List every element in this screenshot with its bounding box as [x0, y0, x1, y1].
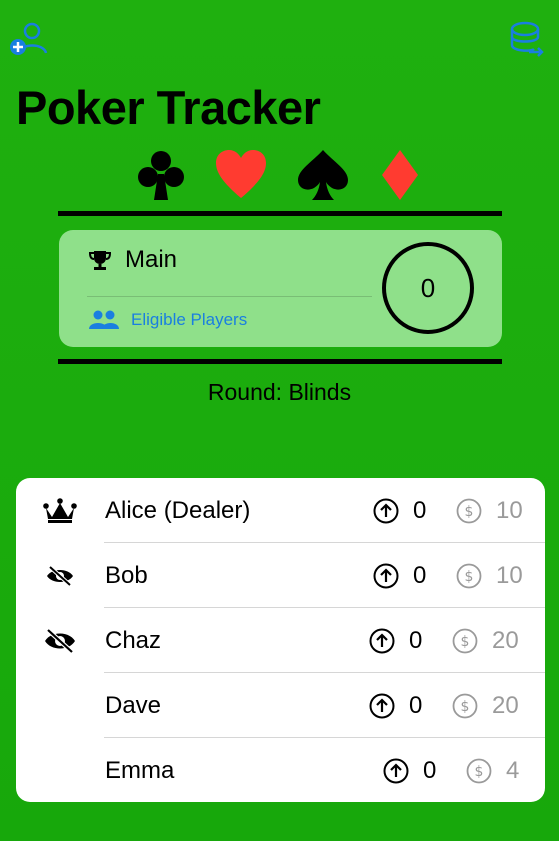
arrow-up-circle-icon — [373, 563, 399, 588]
add-player-button[interactable] — [8, 18, 48, 60]
svg-text:$: $ — [461, 699, 470, 715]
trophy-icon — [89, 251, 111, 270]
stack-value: 20 — [492, 691, 519, 719]
stack-value: 20 — [492, 626, 519, 654]
suits-row — [130, 148, 430, 202]
bet-value: 0 — [409, 626, 423, 654]
people-icon — [89, 310, 119, 329]
round-label: Round: Blinds — [207, 379, 352, 405]
player-name: Dave — [105, 691, 162, 719]
dollar-circle-icon: $ — [456, 563, 482, 588]
stack-group: $ 10 — [456, 562, 523, 590]
dollar-circle-icon: $ — [456, 498, 482, 523]
player-row[interactable]: Chaz 0 $ 20 — [16, 608, 545, 673]
page-title: Poker Tracker — [16, 81, 321, 134]
eye-slash-icon — [42, 558, 78, 594]
bet-value: 0 — [423, 756, 437, 784]
pot-name-row: Main — [89, 246, 177, 274]
chips-button[interactable] — [507, 18, 547, 60]
pot-card[interactable]: Main Eligible Players 0 — [59, 230, 502, 347]
svg-text:$: $ — [465, 569, 474, 585]
eligible-players-button[interactable]: Eligible Players — [89, 310, 247, 330]
person-add-icon — [10, 22, 48, 55]
dollar-circle-icon: $ — [452, 693, 478, 718]
chips-stack-icon — [510, 21, 544, 57]
bet-value: 0 — [409, 691, 423, 719]
svg-text:$: $ — [475, 764, 484, 780]
player-name: Bob — [105, 561, 148, 589]
player-name: Alice (Dealer) — [105, 496, 251, 524]
stack-group: $ 20 — [452, 627, 519, 655]
stack-value: 10 — [496, 561, 523, 589]
players-list: Alice (Dealer) 0 $ 10 Bob 0 $ 10 Chaz 0 … — [16, 478, 545, 802]
stack-value: 10 — [496, 496, 523, 524]
spade-icon — [298, 150, 348, 200]
eye-slash-icon — [42, 623, 78, 659]
club-icon — [138, 151, 184, 200]
pot-name: Main — [125, 246, 178, 273]
dollar-circle-icon: $ — [466, 758, 492, 783]
arrow-up-circle-icon — [369, 693, 395, 718]
bet-group: 0 — [369, 627, 422, 655]
stack-value: 4 — [506, 756, 520, 784]
bet-value: 0 — [413, 496, 427, 524]
player-row[interactable]: Bob 0 $ 10 — [16, 543, 545, 608]
arrow-up-circle-icon — [383, 758, 409, 783]
dollar-circle-icon: $ — [452, 628, 478, 653]
crown-icon — [42, 493, 78, 529]
bet-group: 0 — [373, 497, 426, 525]
player-row[interactable]: Emma 0 $ 4 — [16, 738, 545, 802]
eligible-players-label: Eligible Players — [131, 310, 248, 329]
stack-group: $ 4 — [466, 757, 519, 785]
player-name: Emma — [105, 756, 175, 784]
arrow-up-circle-icon — [369, 628, 395, 653]
pot-amount: 0 — [382, 242, 474, 334]
player-row[interactable]: Dave 0 $ 20 — [16, 673, 545, 738]
divider-bottom — [58, 359, 502, 364]
bet-group: 0 — [369, 692, 422, 720]
stack-group: $ 10 — [456, 497, 523, 525]
arrow-up-circle-icon — [373, 498, 399, 523]
heart-icon — [216, 150, 266, 198]
svg-text:$: $ — [465, 504, 474, 520]
pot-divider — [87, 296, 372, 297]
bet-group: 0 — [383, 757, 436, 785]
player-name: Chaz — [105, 626, 162, 654]
stack-group: $ 20 — [452, 692, 519, 720]
bet-group: 0 — [373, 562, 426, 590]
divider-top — [58, 211, 502, 216]
bet-value: 0 — [413, 561, 427, 589]
diamond-icon — [382, 150, 418, 200]
svg-text:$: $ — [461, 634, 470, 650]
player-row[interactable]: Alice (Dealer) 0 $ 10 — [16, 478, 545, 543]
